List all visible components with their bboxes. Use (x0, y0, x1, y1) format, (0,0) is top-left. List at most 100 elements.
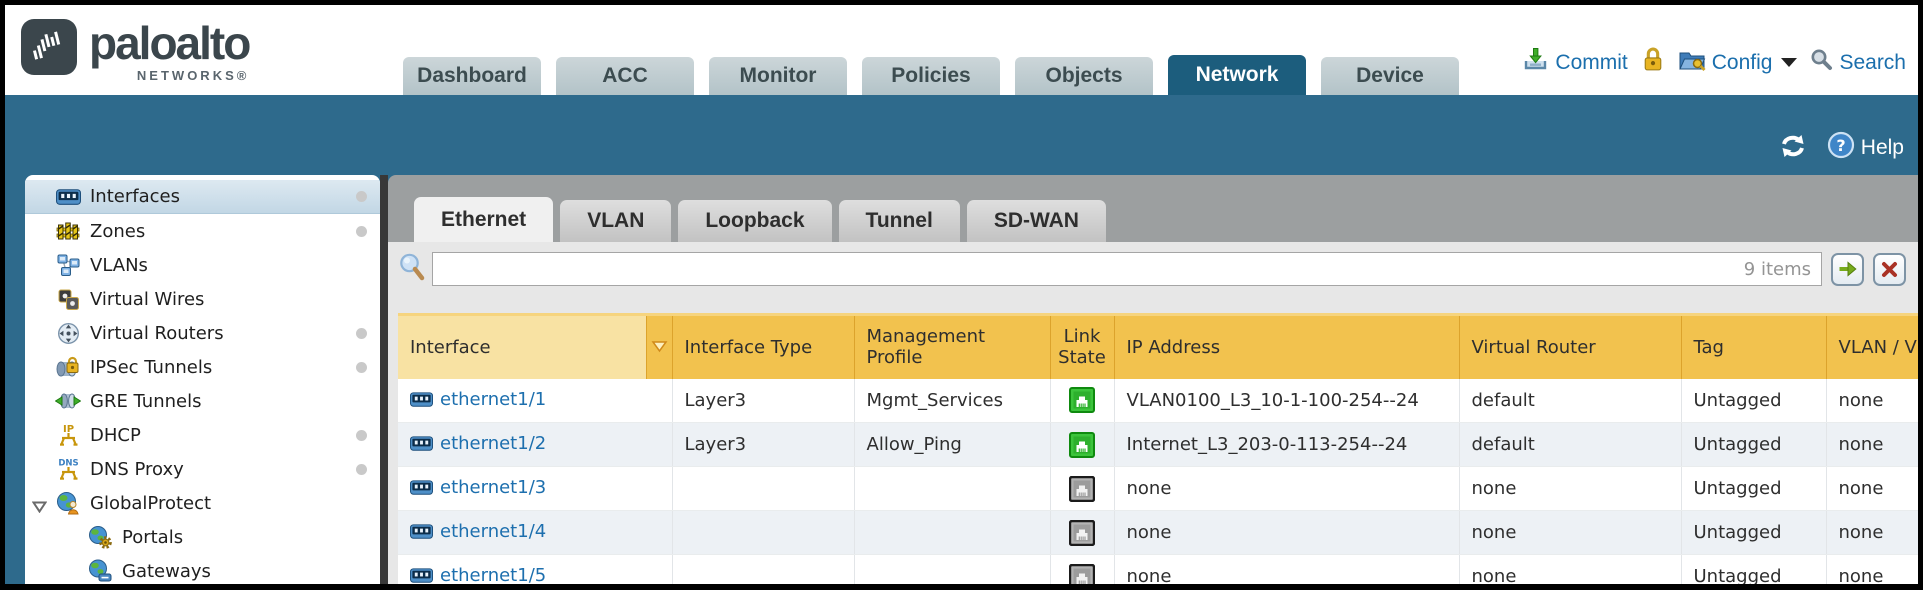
column-header-management-profile[interactable]: Management Profile (854, 315, 1050, 379)
cell-management-profile (854, 467, 1050, 511)
cell-tag: Untagged (1681, 379, 1826, 423)
paloalto-logo-icon (21, 19, 77, 75)
help-button[interactable]: ? Help (1827, 131, 1904, 165)
sidebar-item-gre-tunnels[interactable]: GRE Tunnels (25, 384, 380, 418)
column-header-virtual-router[interactable]: Virtual Router (1459, 315, 1681, 379)
virtual-wires-icon (55, 287, 81, 311)
sidebar-item-dhcp[interactable]: IP DHCP (25, 418, 380, 452)
interface-link[interactable]: ethernet1/5 (410, 565, 546, 584)
status-dot (356, 191, 367, 202)
nav-tab-policies[interactable]: Policies (862, 57, 1000, 95)
nav-tab-acc[interactable]: ACC (556, 57, 694, 95)
sidebar-item-label: GlobalProtect (90, 493, 211, 514)
column-header-link-state[interactable]: Link State (1050, 315, 1114, 379)
interfaces-table: Interface Interface Type Management Prof… (398, 313, 1918, 584)
apply-filter-button[interactable] (1831, 253, 1864, 286)
zones-icon (55, 219, 81, 243)
commit-label: Commit (1555, 51, 1627, 75)
panel-splitter[interactable] (380, 175, 388, 584)
sidebar-item-globalprotect[interactable]: GlobalProtect (25, 486, 380, 520)
link-state-icon (1069, 434, 1095, 455)
sidebar-item-vlans[interactable]: VLANs (25, 248, 380, 282)
virtual-routers-icon (55, 321, 81, 345)
search-button[interactable]: Search (1810, 48, 1906, 77)
nav-tab-network[interactable]: Network (1168, 55, 1306, 95)
status-dot (356, 328, 367, 339)
config-label: Config (1712, 51, 1773, 75)
column-header-interface-type[interactable]: Interface Type (672, 315, 854, 379)
table-row[interactable]: ethernet1/5 none none Untagged none (398, 555, 1918, 585)
sidebar-item-ipsec-tunnels[interactable]: IPSec Tunnels (25, 350, 380, 384)
sidebar-item-zones[interactable]: Zones (25, 214, 380, 248)
table-row[interactable]: ethernet1/3 none none Untagged none (398, 467, 1918, 511)
column-header-vlan-wire[interactable]: VLAN / Virtual Wire (1826, 315, 1918, 379)
help-icon: ? (1827, 131, 1855, 165)
sidebar-item-interfaces[interactable]: Interfaces (25, 180, 380, 214)
tab-content: 9 items (388, 242, 1918, 584)
brand-tagline: NETWORKS® (137, 68, 249, 83)
sidebar-item-label: Virtual Wires (90, 289, 204, 310)
sub-header-band: ? Help (5, 95, 1918, 175)
sidebar-item-label: Gateways (122, 561, 211, 582)
table-row[interactable]: ethernet1/2 Layer3 Allow_Ping Internet_L… (398, 423, 1918, 467)
item-count: 9 items (1744, 259, 1811, 280)
nav-tab-dashboard[interactable]: Dashboard (403, 57, 541, 95)
cell-virtual-router: none (1459, 511, 1681, 555)
cell-tag: Untagged (1681, 511, 1826, 555)
cell-ip-address: none (1114, 555, 1459, 585)
tab-vlan[interactable]: VLAN (560, 200, 671, 242)
sidebar-item-label: DHCP (90, 425, 141, 446)
interface-link[interactable]: ethernet1/3 (410, 477, 546, 498)
config-menu-button[interactable]: Config (1678, 47, 1798, 79)
sidebar-item-portals[interactable]: Portals (25, 520, 380, 554)
cell-management-profile (854, 511, 1050, 555)
column-header-tag[interactable]: Tag (1681, 315, 1826, 379)
portals-icon (87, 525, 113, 549)
interface-link[interactable]: ethernet1/1 (410, 389, 546, 410)
sort-triangle-icon (651, 340, 668, 353)
commit-button[interactable]: Commit (1522, 46, 1627, 79)
ethernet-port-icon (410, 524, 433, 539)
sidebar-item-gateways[interactable]: Gateways (25, 554, 380, 584)
dhcp-icon: IP (55, 423, 81, 447)
interface-filter-input[interactable]: 9 items (432, 252, 1822, 286)
sidebar-item-dns-proxy[interactable]: DNS DNS Proxy (25, 452, 380, 486)
refresh-button[interactable] (1777, 133, 1809, 164)
tab-tunnel[interactable]: Tunnel (839, 200, 960, 242)
status-dot (356, 362, 367, 373)
tab-sdwan[interactable]: SD-WAN (967, 200, 1106, 242)
interface-link[interactable]: ethernet1/4 (410, 521, 546, 542)
cell-vlan-wire: none (1826, 467, 1918, 511)
svg-text:?: ? (1836, 136, 1845, 155)
nav-tab-monitor[interactable]: Monitor (709, 57, 847, 95)
sidebar-list: Interfaces Zones (25, 175, 380, 584)
column-header-ip-address[interactable]: IP Address (1114, 315, 1459, 379)
column-sort-dropdown[interactable] (646, 315, 672, 379)
sidebar-item-virtual-routers[interactable]: Virtual Routers (25, 316, 380, 350)
filter-bar: 9 items (398, 250, 1906, 288)
status-dot (356, 226, 367, 237)
ethernet-port-icon (410, 568, 433, 583)
sidebar-item-virtual-wires[interactable]: Virtual Wires (25, 282, 380, 316)
collapse-triangle-icon[interactable] (32, 497, 47, 518)
cell-management-profile (854, 555, 1050, 585)
main-panel: Ethernet VLAN Loopback Tunnel SD-WAN (388, 175, 1918, 584)
cell-interface-type: Layer3 (672, 379, 854, 423)
sidebar-item-label: GRE Tunnels (90, 391, 202, 412)
cell-interface-type (672, 511, 854, 555)
lock-icon[interactable] (1641, 46, 1665, 79)
cell-tag: Untagged (1681, 467, 1826, 511)
nav-tab-objects[interactable]: Objects (1015, 57, 1153, 95)
tab-ethernet[interactable]: Ethernet (414, 197, 553, 242)
interface-link[interactable]: ethernet1/2 (410, 433, 546, 454)
clear-filter-button[interactable] (1873, 253, 1906, 286)
table-row[interactable]: ethernet1/1 Layer3 Mgmt_Services VLAN010… (398, 379, 1918, 423)
table-row[interactable]: ethernet1/4 none none Untagged none (398, 511, 1918, 555)
nav-tab-device[interactable]: Device (1321, 57, 1459, 95)
tab-loopback[interactable]: Loopback (678, 200, 831, 242)
ethernet-port-icon (410, 436, 433, 451)
cell-vlan-wire: none (1826, 555, 1918, 585)
sidebar-item-label: Zones (90, 221, 145, 242)
cell-virtual-router: none (1459, 555, 1681, 585)
column-header-interface[interactable]: Interface (398, 315, 646, 379)
